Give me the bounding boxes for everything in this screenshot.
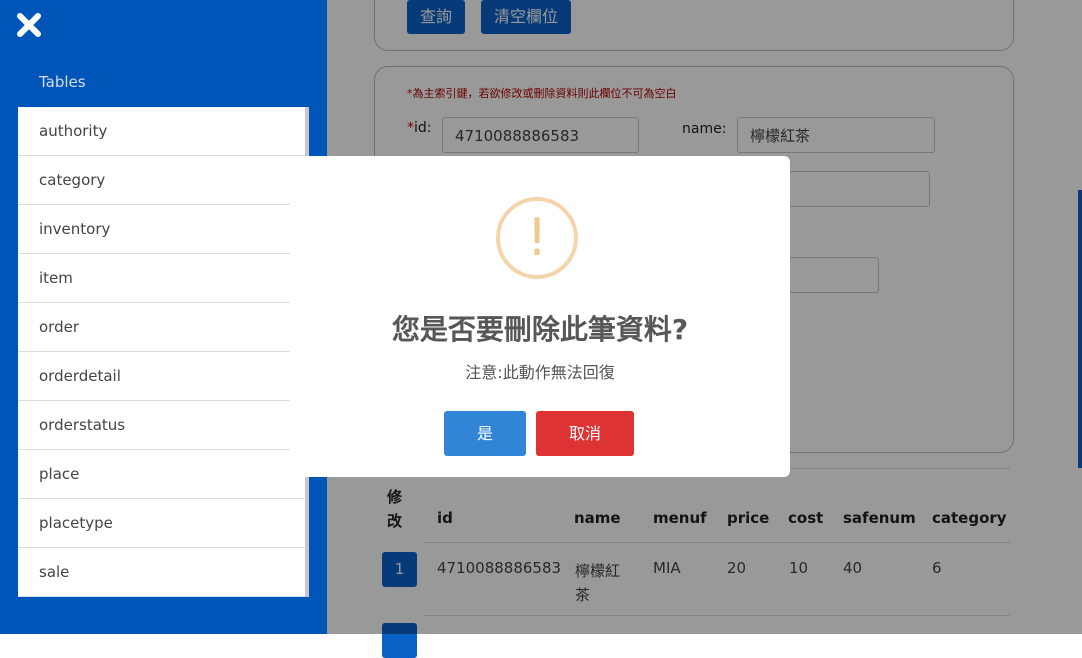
sidebar-title: Tables [39, 73, 86, 91]
exclamation-icon: ! [496, 197, 578, 279]
exclamation-glyph: ! [526, 208, 548, 268]
sidebar-item-authority[interactable]: authority [18, 107, 305, 156]
confirm-button[interactable]: 是 [444, 411, 526, 456]
sidebar-item-orderdetail[interactable]: orderdetail [18, 352, 305, 401]
sidebar-item-place[interactable]: place [18, 450, 305, 499]
sidebar-item-inventory[interactable]: inventory [18, 205, 305, 254]
dialog-text: 注意:此動作無法回復 [465, 363, 615, 382]
sidebar-item-order[interactable]: order [18, 303, 305, 352]
close-icon[interactable] [14, 10, 44, 40]
dialog-title: 您是否要刪除此筆資料? [391, 313, 689, 346]
confirm-delete-dialog: ! 您是否要刪除此筆資料? 注意:此動作無法回復 是 取消 [290, 156, 790, 477]
sidebar-item-placetype[interactable]: placetype [18, 499, 305, 548]
sidebar-item-category[interactable]: category [18, 156, 305, 205]
cancel-button[interactable]: 取消 [536, 411, 634, 456]
sidebar-item-item[interactable]: item [18, 254, 305, 303]
sidebar-list: authority category inventory item order … [18, 107, 309, 597]
sidebar-item-orderstatus[interactable]: orderstatus [18, 401, 305, 450]
sidebar: Tables authority category inventory item… [0, 0, 327, 634]
sidebar-item-sale[interactable]: sale [18, 548, 305, 597]
